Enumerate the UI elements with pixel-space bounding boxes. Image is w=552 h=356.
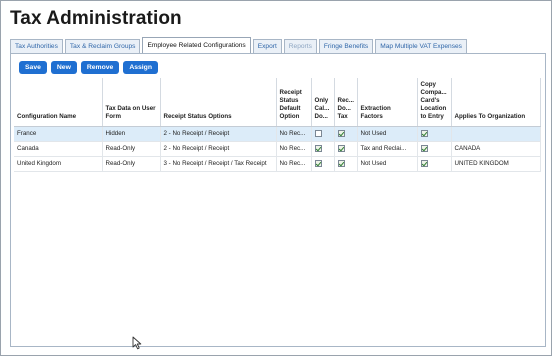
cell-rec-do-tax bbox=[334, 156, 358, 172]
cell-only-calc bbox=[311, 126, 335, 142]
cell-only-calc bbox=[311, 156, 335, 172]
toolbar: Save New Remove Assign bbox=[19, 61, 158, 74]
table-header-row: Configuration Name Tax Data on User Form… bbox=[14, 78, 541, 127]
cell-receipt-status-options: 2 - No Receipt / Receipt bbox=[160, 141, 277, 157]
cell-extraction-factors: Tax and Reclai... bbox=[357, 141, 418, 157]
cell-configuration-name: Canada bbox=[14, 141, 103, 157]
tab-map-multiple-vat-expenses[interactable]: Map Multiple VAT Expenses bbox=[375, 39, 467, 53]
checkbox-icon[interactable] bbox=[420, 159, 428, 167]
checkbox-icon[interactable] bbox=[314, 159, 322, 167]
cell-applies-to-organization: CANADA bbox=[451, 141, 541, 157]
assign-button[interactable]: Assign bbox=[123, 61, 158, 74]
tab-tax-reclaim-groups[interactable]: Tax & Reclaim Groups bbox=[64, 39, 141, 53]
cell-rec-do-tax bbox=[334, 141, 358, 157]
cell-configuration-name: France bbox=[14, 126, 103, 142]
checkbox-icon[interactable] bbox=[337, 159, 345, 167]
checkbox-icon[interactable] bbox=[420, 144, 428, 152]
new-button[interactable]: New bbox=[50, 61, 77, 74]
tab-employee-related-configurations[interactable]: Employee Related Configurations bbox=[142, 37, 251, 53]
cell-copy-company-card bbox=[417, 141, 452, 157]
checkbox-icon[interactable] bbox=[314, 144, 322, 152]
column-header-rec-do-tax[interactable]: Rec... Do... Tax bbox=[334, 78, 358, 127]
cell-applies-to-organization: UNITED KINGDOM bbox=[451, 156, 541, 172]
tab-reports: Reports bbox=[283, 39, 317, 53]
configurations-table: Configuration Name Tax Data on User Form… bbox=[14, 78, 541, 172]
page-title: Tax Administration bbox=[10, 8, 182, 29]
configurations-panel: Save New Remove Assign Configuration Nam… bbox=[10, 53, 546, 347]
cell-rec-do-tax bbox=[334, 126, 358, 142]
column-header-receipt-status-options[interactable]: Receipt Status Options bbox=[160, 78, 277, 127]
column-header-only-calc[interactable]: Only Cal... Do... bbox=[311, 78, 335, 127]
app-window: Tax Administration Tax Authorities Tax &… bbox=[0, 0, 552, 356]
column-header-extraction-factors[interactable]: Extraction Factors bbox=[357, 78, 418, 127]
cell-only-calc bbox=[311, 141, 335, 157]
tab-tax-authorities[interactable]: Tax Authorities bbox=[10, 39, 63, 53]
tab-export[interactable]: Export bbox=[252, 39, 282, 53]
checkbox-icon[interactable] bbox=[420, 129, 428, 137]
cell-tax-data: Hidden bbox=[102, 126, 161, 142]
tab-fringe-benefits[interactable]: Fringe Benefits bbox=[318, 39, 374, 53]
column-header-copy-company-card[interactable]: Copy Compa... Card's Location to Entry bbox=[417, 78, 452, 127]
cell-tax-data: Read-Only bbox=[102, 156, 161, 172]
column-header-tax-data[interactable]: Tax Data on User Form bbox=[102, 78, 161, 127]
checkbox-icon[interactable] bbox=[314, 129, 322, 137]
cell-copy-company-card bbox=[417, 126, 452, 142]
cell-receipt-status-default: No Rec... bbox=[276, 126, 312, 142]
column-header-applies-to-organization[interactable]: Applies To Organization bbox=[451, 78, 541, 127]
cell-receipt-status-default: No Rec... bbox=[276, 141, 312, 157]
cell-extraction-factors: Not Used bbox=[357, 126, 418, 142]
tab-bar: Tax Authorities Tax & Reclaim Groups Emp… bbox=[10, 37, 469, 53]
cell-receipt-status-options: 3 - No Receipt / Receipt / Tax Receipt bbox=[160, 156, 277, 172]
table-row[interactable]: Canada Read-Only 2 - No Receipt / Receip… bbox=[14, 141, 541, 157]
column-header-configuration-name[interactable]: Configuration Name bbox=[14, 78, 103, 127]
mouse-pointer-icon bbox=[132, 336, 142, 350]
cell-receipt-status-options: 2 - No Receipt / Receipt bbox=[160, 126, 277, 142]
table-row[interactable]: France Hidden 2 - No Receipt / Receipt N… bbox=[14, 126, 541, 142]
save-button[interactable]: Save bbox=[19, 61, 47, 74]
cell-receipt-status-default: No Rec... bbox=[276, 156, 312, 172]
checkbox-icon[interactable] bbox=[337, 144, 345, 152]
cell-copy-company-card bbox=[417, 156, 452, 172]
cell-extraction-factors: Not Used bbox=[357, 156, 418, 172]
table-row[interactable]: United Kingdom Read-Only 3 - No Receipt … bbox=[14, 156, 541, 172]
cell-tax-data: Read-Only bbox=[102, 141, 161, 157]
cell-applies-to-organization bbox=[451, 126, 541, 142]
cell-configuration-name: United Kingdom bbox=[14, 156, 103, 172]
checkbox-icon[interactable] bbox=[337, 129, 345, 137]
column-header-receipt-status-default[interactable]: Receipt Status Default Option bbox=[276, 78, 312, 127]
remove-button[interactable]: Remove bbox=[80, 61, 120, 74]
